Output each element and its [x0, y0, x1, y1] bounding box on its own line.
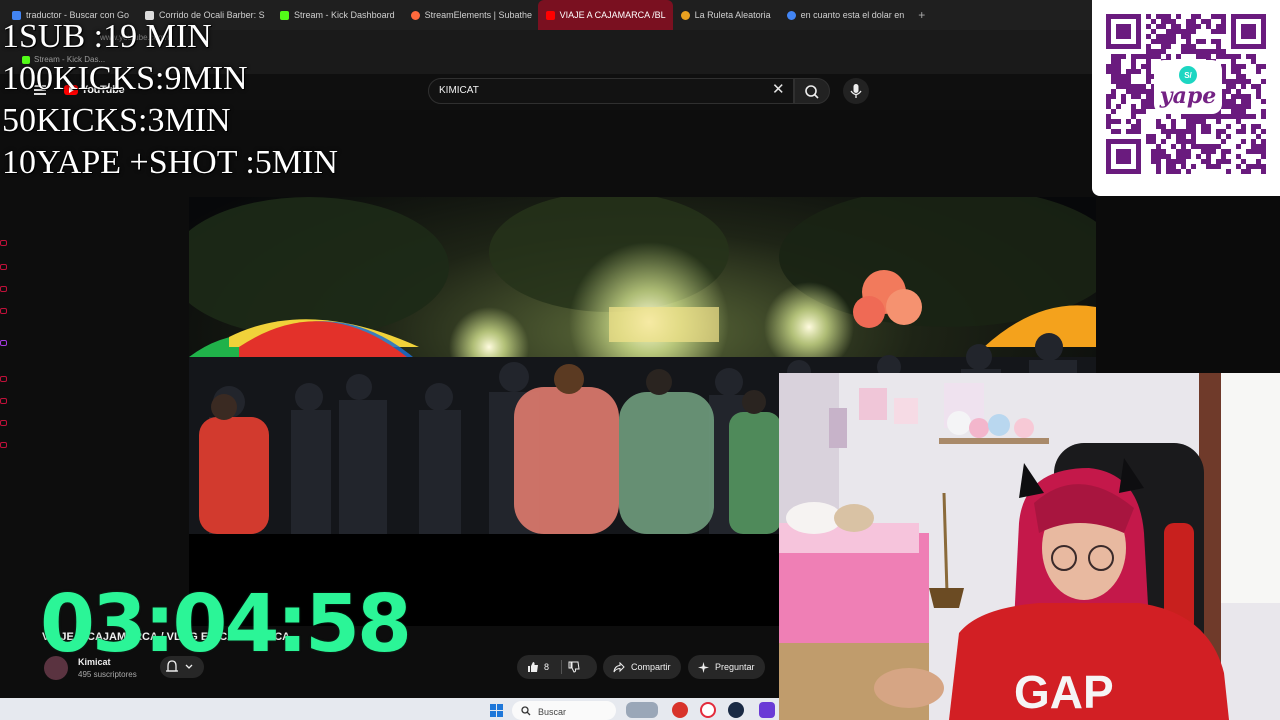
- search-input[interactable]: [428, 78, 794, 104]
- microphone-icon: [850, 84, 862, 98]
- streamelements-icon: [410, 10, 420, 20]
- share-label: Compartir: [631, 662, 671, 672]
- rail-icon[interactable]: [0, 398, 7, 404]
- windows-taskbar: [0, 698, 779, 720]
- thumbs-down-icon[interactable]: [568, 661, 580, 673]
- sparkle-icon: [698, 661, 709, 673]
- search-icon: [521, 706, 531, 716]
- search-icon: [805, 85, 819, 99]
- voice-search-button[interactable]: [843, 78, 869, 104]
- rail-icon[interactable]: [0, 308, 7, 314]
- rail-icon[interactable]: [0, 376, 7, 382]
- ask-button[interactable]: Preguntar: [688, 655, 765, 679]
- taskbar-search-label: Buscar: [538, 707, 567, 717]
- thumbs-up-icon: [528, 662, 538, 672]
- page-background: [1096, 196, 1280, 373]
- svg-text:GAP: GAP: [1014, 666, 1114, 718]
- browser-tab[interactable]: en cuanto esta el dolar en: [779, 0, 913, 30]
- yape-qr-panel: S/ yape: [1092, 0, 1280, 196]
- subscriber-count: 495 suscriptores: [78, 670, 137, 679]
- webcam-image: GAP: [779, 373, 1280, 720]
- app-icon[interactable]: [672, 702, 688, 718]
- subathon-timer: 03:04:58: [40, 578, 412, 670]
- ask-label: Preguntar: [715, 662, 755, 672]
- share-button[interactable]: Compartir: [603, 655, 681, 679]
- stream-screen: traductor - Buscar con Go Corrido de Oca…: [0, 0, 1280, 720]
- divider: [561, 660, 563, 674]
- side-rail: [0, 190, 14, 670]
- browser-tab[interactable]: La Ruleta Aleatoria: [673, 0, 779, 30]
- rail-icon[interactable]: [0, 442, 7, 448]
- rail-icon[interactable]: [0, 264, 7, 270]
- goal-line: 100KICKS:9MIN: [2, 60, 248, 97]
- tab-label: La Ruleta Aleatoria: [694, 10, 771, 20]
- rail-icon[interactable]: [0, 420, 7, 426]
- youtube-icon: [545, 10, 555, 20]
- search-button[interactable]: [794, 78, 830, 104]
- discord-icon[interactable]: [759, 702, 775, 718]
- goal-line: 1SUB :19 MIN: [2, 18, 212, 55]
- subathon-goals: 1SUB :19 MIN 100KICKS:9MIN 50KICKS:3MIN …: [2, 16, 338, 184]
- tab-label: VIAJE A CAJAMARCA /BL: [559, 10, 666, 20]
- widget-icon[interactable]: [626, 702, 658, 718]
- search-input-value: KIMICAT: [439, 85, 479, 96]
- google-icon: [786, 10, 796, 20]
- roulette-icon: [680, 10, 690, 20]
- tab-label: StreamElements | Subathe: [424, 10, 532, 20]
- webcam-feed: GAP: [779, 373, 1280, 720]
- goal-line: 10YAPE +SHOT :5MIN: [2, 144, 338, 181]
- yape-logo: S/ yape: [1154, 60, 1222, 114]
- like-button[interactable]: 8: [527, 661, 549, 673]
- like-count: 8: [544, 662, 550, 672]
- windows-start-icon[interactable]: [490, 704, 503, 717]
- clear-search-icon[interactable]: ✕: [772, 82, 785, 97]
- rail-icon[interactable]: [0, 240, 7, 246]
- opera-icon[interactable]: [700, 702, 716, 718]
- rail-icon[interactable]: [0, 286, 7, 292]
- goal-line: 50KICKS:3MIN: [2, 102, 231, 139]
- like-dislike-group: 8: [517, 655, 597, 679]
- rail-icon[interactable]: [0, 340, 7, 346]
- yape-badge: S/: [1179, 66, 1197, 84]
- tab-label: en cuanto esta el dolar en: [800, 10, 905, 20]
- yape-brand-text: yape: [1159, 83, 1217, 109]
- steam-icon[interactable]: [728, 702, 744, 718]
- new-tab-button[interactable]: +: [912, 8, 931, 22]
- browser-tab-active[interactable]: VIAJE A CAJAMARCA /BL: [537, 0, 673, 30]
- share-icon: [613, 661, 625, 672]
- browser-tab[interactable]: StreamElements | Subathe: [403, 0, 538, 30]
